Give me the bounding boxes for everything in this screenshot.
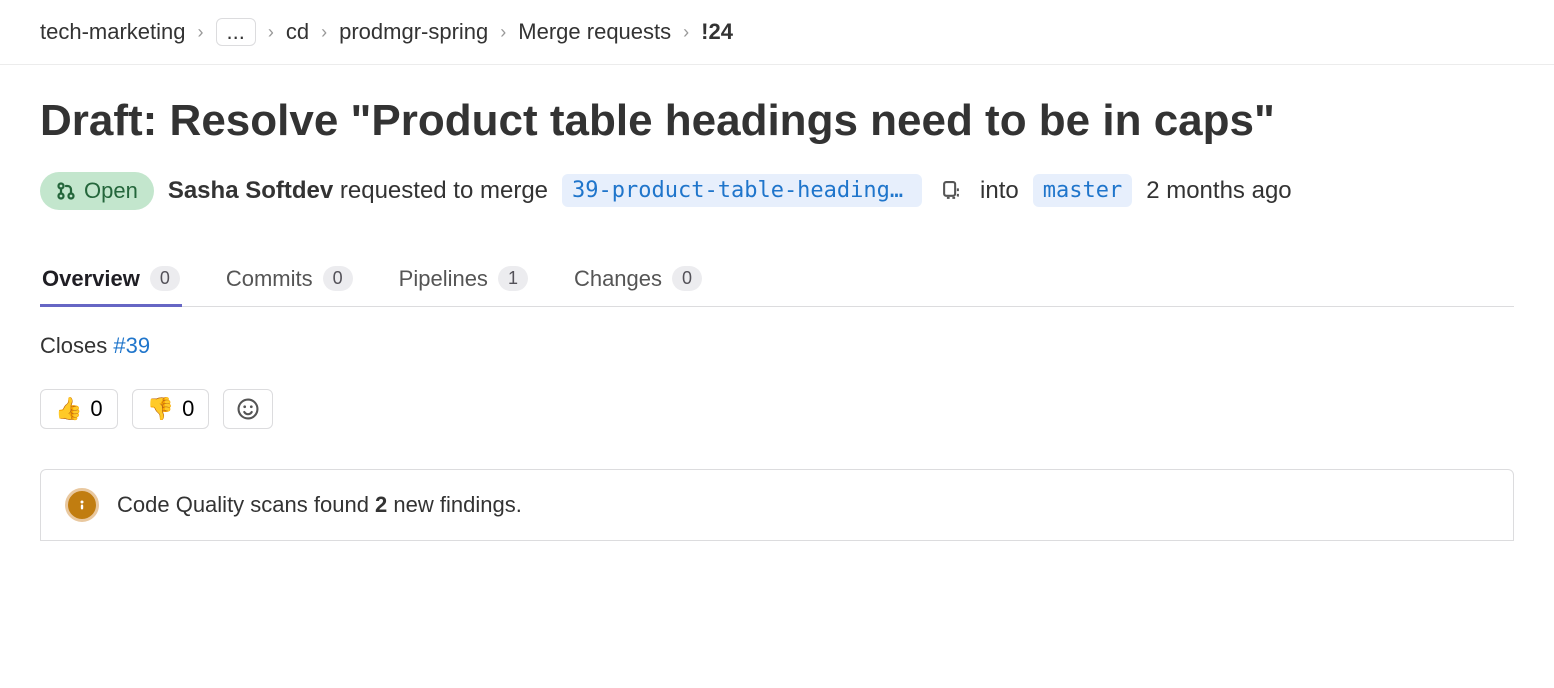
target-branch[interactable]: master bbox=[1033, 174, 1132, 207]
reactions: 👍 0 👎 0 bbox=[40, 389, 1514, 429]
status-badge: Open bbox=[40, 172, 154, 210]
thumbs-up-button[interactable]: 👍 0 bbox=[40, 389, 118, 429]
tab-count: 0 bbox=[672, 266, 702, 291]
timestamp: 2 months ago bbox=[1146, 177, 1291, 205]
breadcrumbs: tech-marketing › ... › cd › prodmgr-spri… bbox=[0, 0, 1554, 65]
tab-count: 0 bbox=[150, 266, 180, 291]
mr-meta: Open Sasha Softdev requested to merge 39… bbox=[40, 172, 1514, 210]
status-label: Open bbox=[84, 178, 138, 204]
breadcrumb-ellipsis[interactable]: ... bbox=[216, 18, 256, 46]
chevron-right-icon: › bbox=[679, 22, 693, 43]
merge-request-icon bbox=[56, 181, 76, 201]
breadcrumb-root[interactable]: tech-marketing bbox=[40, 19, 186, 45]
mr-widgets: Code Quality scans found 2 new findings. bbox=[40, 469, 1514, 541]
tab-overview[interactable]: Overview 0 bbox=[40, 254, 182, 306]
thumbs-down-count: 0 bbox=[182, 396, 194, 422]
chevron-right-icon: › bbox=[194, 22, 208, 43]
breadcrumb-section[interactable]: Merge requests bbox=[518, 19, 671, 45]
chevron-right-icon: › bbox=[264, 22, 278, 43]
tab-label: Changes bbox=[574, 266, 662, 292]
issue-link[interactable]: #39 bbox=[113, 333, 150, 358]
tab-label: Pipelines bbox=[399, 266, 488, 292]
tab-count: 0 bbox=[323, 266, 353, 291]
request-text: Sasha Softdev requested to merge bbox=[168, 177, 548, 205]
source-branch[interactable]: 39-product-table-headings-… bbox=[562, 174, 922, 207]
mr-description: Closes #39 bbox=[40, 333, 1514, 359]
breadcrumb-mr-id: !24 bbox=[701, 19, 733, 45]
thumbs-up-count: 0 bbox=[90, 396, 102, 422]
request-verb: requested to merge bbox=[333, 177, 548, 204]
thumbs-down-icon: 👎 bbox=[147, 396, 174, 422]
tab-commits[interactable]: Commits 0 bbox=[224, 254, 355, 306]
add-reaction-button[interactable] bbox=[223, 389, 273, 429]
breadcrumb-project[interactable]: prodmgr-spring bbox=[339, 19, 488, 45]
copy-branch-button[interactable] bbox=[936, 176, 966, 206]
breadcrumb-cd[interactable]: cd bbox=[286, 19, 309, 45]
closes-text: Closes bbox=[40, 333, 113, 358]
tab-count: 1 bbox=[498, 266, 528, 291]
tab-label: Commits bbox=[226, 266, 313, 292]
warning-icon bbox=[65, 488, 99, 522]
chevron-right-icon: › bbox=[317, 22, 331, 43]
thumbs-down-button[interactable]: 👎 0 bbox=[132, 389, 210, 429]
author-name[interactable]: Sasha Softdev bbox=[168, 177, 333, 204]
tab-changes[interactable]: Changes 0 bbox=[572, 254, 704, 306]
into-text: into bbox=[980, 177, 1019, 205]
tab-pipelines[interactable]: Pipelines 1 bbox=[397, 254, 530, 306]
smiley-icon bbox=[236, 397, 260, 421]
code-quality-text: Code Quality scans found 2 new findings. bbox=[117, 492, 522, 518]
mr-tabs: Overview 0 Commits 0 Pipelines 1 Changes… bbox=[40, 254, 1514, 307]
chevron-right-icon: › bbox=[496, 22, 510, 43]
code-quality-widget[interactable]: Code Quality scans found 2 new findings. bbox=[40, 469, 1514, 541]
thumbs-up-icon: 👍 bbox=[55, 396, 82, 422]
mr-title: Draft: Resolve "Product table headings n… bbox=[40, 95, 1514, 148]
tab-label: Overview bbox=[42, 266, 140, 292]
